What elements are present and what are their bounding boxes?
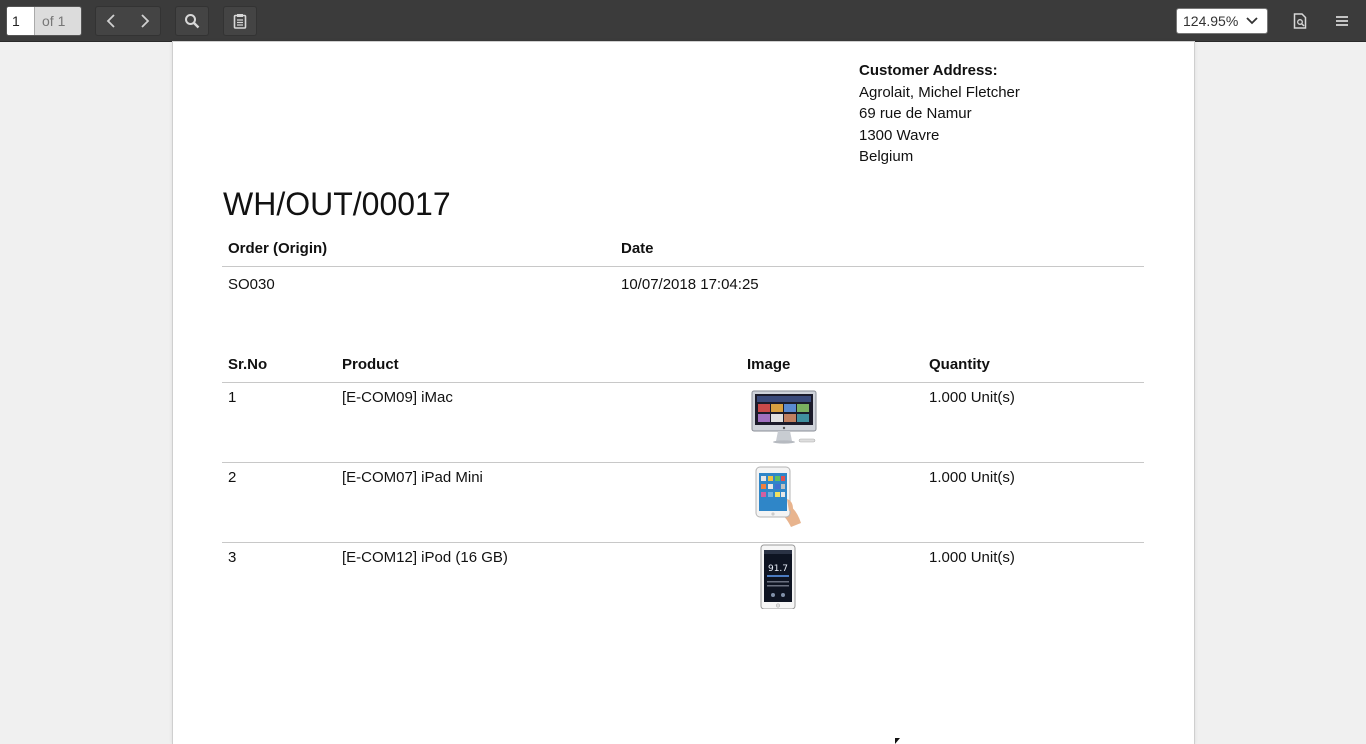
zoom-select[interactable]: 124.95% [1176,8,1268,34]
product-header: Product [336,346,741,383]
previous-page-button[interactable] [96,7,128,35]
document-properties-button[interactable] [1283,6,1317,36]
move-lines-table: Sr.No Product Image Quantity 1 [E-COM09]… [222,346,1144,623]
page-navigator: of 1 [6,6,82,36]
quantity-cell: 1.000 Unit(s) [923,462,1144,543]
quantity-header: Quantity [923,346,1144,383]
zoom-value: 124.95% [1183,13,1239,29]
sr-no-cell: 2 [222,462,336,543]
ipad-mini-image [755,466,801,527]
sr-no-header: Sr.No [222,346,336,383]
customer-address-heading: Customer Address: [859,62,998,79]
page-count-label: of 1 [42,13,66,29]
find-button[interactable] [175,6,209,36]
product-cell: [E-COM07] iPad Mini [336,462,741,543]
image-header: Image [741,346,923,383]
customer-address-block: Customer Address: Agrolait, Michel Fletc… [859,60,1020,168]
pdf-page: Customer Address: Agrolait, Michel Fletc… [173,42,1194,744]
mouse-cursor [895,738,900,744]
order-info-table: Order (Origin) Date SO030 10/07/2018 17:… [222,230,1144,301]
table-row: 3 [E-COM12] iPod (16 GB) 91.7 1.000 Unit… [222,543,1144,623]
hamburger-menu-icon [1336,16,1348,26]
page-number-input[interactable] [7,7,35,35]
date-value: 10/07/2018 17:04:25 [621,275,759,293]
search-icon [185,14,200,29]
table-row: 1 [E-COM09] iMac 1.000 Unit(s) [222,382,1144,463]
quantity-cell: 1.000 Unit(s) [929,549,1015,566]
page-nav-buttons [95,6,161,36]
toggle-sidebar-button[interactable] [223,6,257,36]
date-header: Date [615,230,1144,267]
customer-address-line: 1300 Wavre [859,126,940,144]
clipboard-icon [233,14,247,29]
document-title: WH/OUT/00017 [223,186,451,222]
ipod-image: 91.7 [760,544,796,609]
product-cell: [E-COM09] iMac [336,382,741,463]
table-row: 2 [E-COM07] iPad Mini 1.000 Unit(s) [222,462,1144,543]
chevron-down-icon [1245,16,1259,26]
tools-menu-button[interactable] [1325,6,1359,36]
chevron-right-icon [141,14,150,28]
chevron-left-icon [106,14,115,28]
order-origin-value: SO030 [228,275,275,293]
sr-no-cell: 3 [228,549,237,566]
quantity-cell: 1.000 Unit(s) [923,382,1144,463]
product-cell: [E-COM12] iPod (16 GB) [342,549,508,566]
pdf-toolbar: of 1 124.95% [0,0,1366,42]
sr-no-cell: 1 [222,382,336,463]
next-page-button[interactable] [128,7,160,35]
customer-address-line: 69 rue de Namur [859,105,972,122]
svg-text:91.7: 91.7 [768,564,788,574]
document-icon [1293,13,1307,29]
customer-address-line: Belgium [859,148,914,165]
customer-address-line: Agrolait, Michel Fletcher [859,83,1020,101]
imac-image [751,390,817,444]
order-origin-header: Order (Origin) [222,230,615,267]
